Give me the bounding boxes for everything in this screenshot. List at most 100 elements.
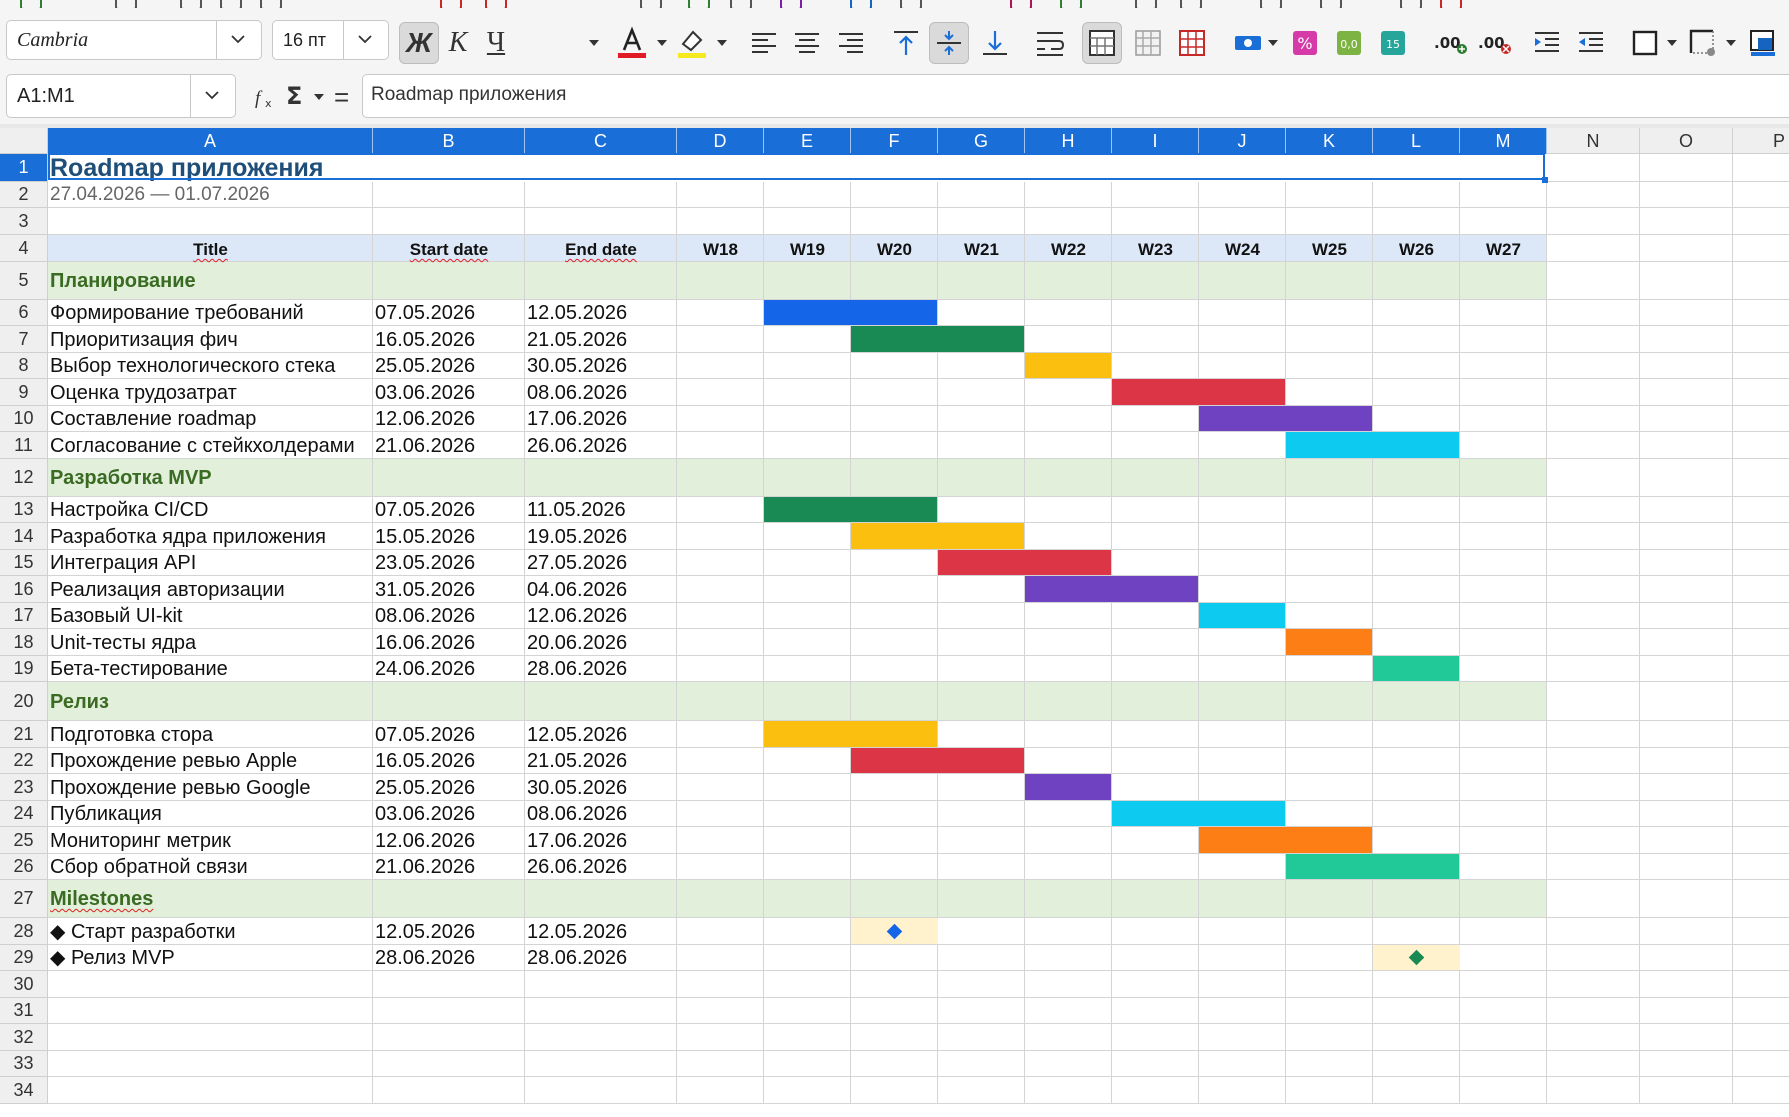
- task-title[interactable]: Unit-тесты ядра: [50, 632, 196, 654]
- row-header-16[interactable]: 16: [0, 576, 48, 603]
- task-end-date[interactable]: 12.05.2026: [527, 921, 627, 943]
- task-end-date[interactable]: 21.05.2026: [527, 750, 627, 772]
- task-start-date[interactable]: 16.06.2026: [375, 632, 475, 654]
- task-title[interactable]: Прохождение ревью Google: [50, 777, 310, 799]
- row-header-2[interactable]: 2: [0, 182, 48, 208]
- column-header-P[interactable]: P: [1733, 128, 1789, 154]
- task-start-date[interactable]: 31.05.2026: [375, 579, 475, 601]
- task-title[interactable]: Оценка трудозатрат: [50, 382, 237, 404]
- task-start-date[interactable]: 15.05.2026: [375, 526, 475, 548]
- align-top-button[interactable]: [886, 22, 926, 64]
- currency-format-button[interactable]: [1228, 22, 1268, 64]
- task-title[interactable]: Реализация авторизации: [50, 579, 285, 601]
- task-title[interactable]: Настройка CI/CD: [50, 499, 208, 521]
- task-start-date[interactable]: 08.06.2026: [375, 605, 475, 627]
- gantt-bar[interactable]: [764, 497, 937, 522]
- gantt-bar[interactable]: [1025, 353, 1111, 378]
- column-header-A[interactable]: A: [48, 128, 373, 154]
- task-end-date[interactable]: 21.05.2026: [527, 329, 627, 351]
- align-right-button[interactable]: [831, 22, 871, 64]
- row-header-6[interactable]: 6: [0, 300, 48, 326]
- task-end-date[interactable]: 12.05.2026: [527, 724, 627, 746]
- gantt-bar[interactable]: [1199, 603, 1285, 628]
- column-header-K[interactable]: K: [1286, 128, 1373, 154]
- row-header-14[interactable]: 14: [0, 523, 48, 550]
- selection-fill-handle[interactable]: [1542, 177, 1548, 183]
- task-end-date[interactable]: 11.05.2026: [527, 499, 626, 521]
- header-cell[interactable]: W18: [677, 240, 764, 260]
- task-title[interactable]: Базовый UI-kit: [50, 605, 182, 627]
- task-title[interactable]: Подготовка стора: [50, 724, 213, 746]
- row-header-23[interactable]: 23: [0, 774, 48, 801]
- task-end-date[interactable]: 19.05.2026: [527, 526, 627, 548]
- column-header-B[interactable]: B: [373, 128, 525, 154]
- unmerge-cells-button[interactable]: [1172, 22, 1212, 64]
- gantt-bar[interactable]: [851, 326, 1024, 352]
- task-start-date[interactable]: 24.06.2026: [375, 658, 475, 680]
- merge-cells-button[interactable]: [1128, 22, 1168, 64]
- row-header-15[interactable]: 15: [0, 550, 48, 576]
- task-start-date[interactable]: 21.06.2026: [375, 435, 475, 457]
- number-format-button[interactable]: 0,0: [1329, 22, 1369, 64]
- highlight-dropdown-icon[interactable]: [717, 40, 727, 46]
- header-cell[interactable]: W20: [851, 240, 938, 260]
- gantt-bar[interactable]: [1199, 827, 1372, 853]
- task-start-date[interactable]: 21.06.2026: [375, 856, 475, 878]
- formula-equals-button[interactable]: =: [334, 82, 349, 113]
- column-header-L[interactable]: L: [1373, 128, 1460, 154]
- column-header-E[interactable]: E: [764, 128, 851, 154]
- task-start-date[interactable]: 07.05.2026: [375, 724, 475, 746]
- header-cell[interactable]: End date: [525, 240, 677, 260]
- group-title[interactable]: Планирование: [50, 270, 196, 292]
- task-end-date[interactable]: 28.06.2026: [527, 947, 627, 969]
- add-decimal-button[interactable]: .00: [1430, 22, 1470, 64]
- group-title[interactable]: Milestones: [50, 888, 153, 910]
- decrease-indent-button[interactable]: [1571, 22, 1611, 64]
- row-header-1[interactable]: 1: [0, 154, 48, 182]
- row-header-29[interactable]: 29: [0, 945, 48, 971]
- column-header-N[interactable]: N: [1547, 128, 1640, 154]
- currency-dropdown-icon[interactable]: [1268, 40, 1278, 46]
- row-header-17[interactable]: 17: [0, 603, 48, 629]
- row-header-25[interactable]: 25: [0, 827, 48, 854]
- gantt-bar[interactable]: [1025, 774, 1111, 800]
- column-header-D[interactable]: D: [677, 128, 764, 154]
- formula-input[interactable]: Roadmap приложения: [362, 74, 1789, 118]
- italic-button[interactable]: К: [438, 22, 478, 64]
- row-header-27[interactable]: 27: [0, 880, 48, 918]
- task-title[interactable]: Мониторинг метрик: [50, 830, 231, 852]
- group-title[interactable]: Разработка MVP: [50, 467, 212, 489]
- gantt-bar[interactable]: [938, 550, 1111, 575]
- task-end-date[interactable]: 04.06.2026: [527, 579, 627, 601]
- font-size-box[interactable]: 16 пт: [272, 20, 389, 60]
- font-color-dropdown-icon[interactable]: [657, 40, 667, 46]
- task-title[interactable]: Согласование с стейкхолдерами: [50, 435, 355, 457]
- font-color-button[interactable]: [612, 22, 652, 64]
- column-header-J[interactable]: J: [1199, 128, 1286, 154]
- task-title[interactable]: Публикация: [50, 803, 162, 825]
- row-header-12[interactable]: 12: [0, 459, 48, 497]
- header-cell[interactable]: Start date: [373, 240, 525, 260]
- task-start-date[interactable]: 07.05.2026: [375, 499, 475, 521]
- task-title[interactable]: Сбор обратной связи: [50, 856, 248, 878]
- spreadsheet-grid[interactable]: A B C D E F G H I J K L M N O P 1 2 3 4 5 6 7 8 9 10 11 12 13 14 15 16 1…: [0, 128, 1789, 1117]
- header-cell[interactable]: W22: [1025, 240, 1112, 260]
- row-header-28[interactable]: 28: [0, 918, 48, 945]
- header-cell[interactable]: W24: [1199, 240, 1286, 260]
- underline-dropdown-icon[interactable]: [589, 40, 599, 46]
- task-end-date[interactable]: 17.06.2026: [527, 408, 627, 430]
- gantt-bar[interactable]: [1286, 854, 1459, 879]
- gantt-bar[interactable]: [1199, 406, 1372, 431]
- row-header-7[interactable]: 7: [0, 326, 48, 353]
- task-end-date[interactable]: 17.06.2026: [527, 830, 627, 852]
- task-title[interactable]: Выбор технологического стека: [50, 355, 335, 377]
- task-end-date[interactable]: 26.06.2026: [527, 435, 627, 457]
- function-wizard-button[interactable]: fx: [254, 84, 278, 110]
- underline-button[interactable]: Ч: [476, 22, 516, 64]
- header-cell[interactable]: W21: [938, 240, 1025, 260]
- row-header-11[interactable]: 11: [0, 432, 48, 459]
- name-box-dropdown[interactable]: [190, 75, 235, 117]
- align-middle-button[interactable]: [929, 22, 969, 64]
- group-title[interactable]: Релиз: [50, 691, 109, 713]
- header-cell[interactable]: W23: [1112, 240, 1199, 260]
